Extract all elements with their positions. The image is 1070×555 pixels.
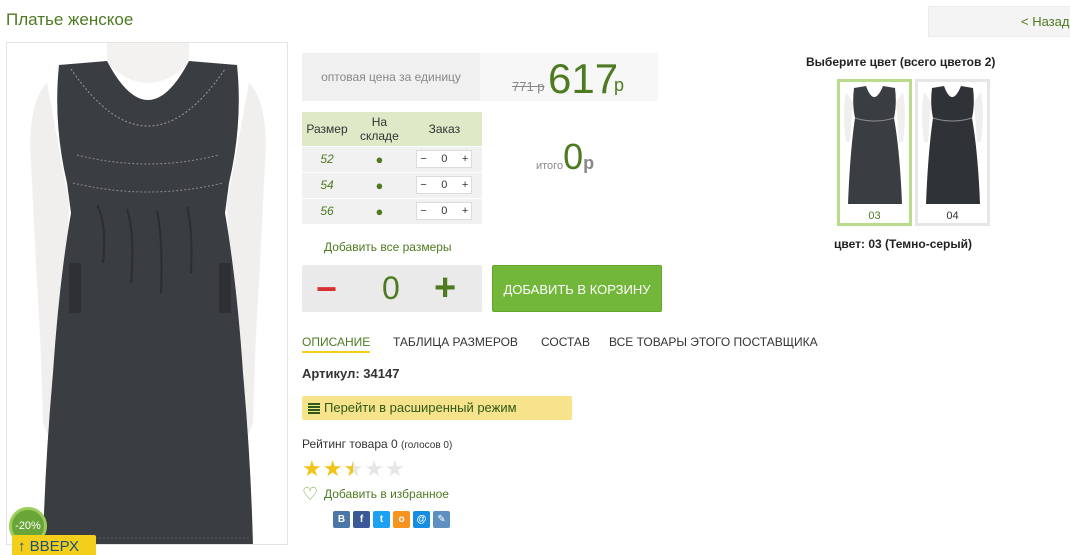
add-to-favorites-link[interactable]: ♡ Добавить в избранное (302, 484, 449, 504)
total-value: 0 (563, 136, 584, 177)
list-icon (308, 403, 320, 414)
total-currency: р (583, 153, 595, 173)
dress-thumbnail (922, 86, 983, 204)
tab-supplier-products[interactable]: ВСЕ ТОВАРЫ ЭТОГО ПОСТАВЩИКА (609, 335, 818, 351)
star-icon[interactable]: ★ (343, 458, 363, 480)
social-share: В f t о @ ✎ (333, 511, 450, 528)
sku-value: 34147 (363, 366, 400, 381)
odnoklassniki-icon[interactable]: о (393, 511, 410, 528)
quantity-value[interactable]: 0 (441, 203, 447, 219)
add-to-cart-button[interactable]: ДОБАВИТЬ В КОРЗИНУ (492, 265, 662, 312)
rating-label: Рейтинг товара 0 (302, 437, 398, 451)
price-currency: р (614, 75, 625, 95)
swatch-label: 03 (868, 210, 881, 222)
table-row: 54 ● − 0 + (302, 171, 482, 198)
tab-composition[interactable]: СОСТАВ (541, 335, 590, 351)
star-icon[interactable]: ★ (364, 458, 384, 480)
twitter-icon[interactable]: t (373, 511, 390, 528)
table-row: 52 ● − 0 + (302, 145, 482, 172)
order-quantity-stepper[interactable]: − 0 + (302, 265, 482, 312)
plus-icon[interactable]: + (462, 177, 468, 193)
minus-button[interactable]: − (316, 265, 337, 312)
mailru-icon[interactable]: @ (413, 511, 430, 528)
quantity-value[interactable]: 0 (441, 151, 447, 167)
vk-icon[interactable]: В (333, 511, 350, 528)
star-icon[interactable]: ★ (385, 458, 405, 480)
stock-header: На складе (352, 112, 407, 146)
price-values: 771 р 617 р (480, 53, 658, 102)
in-stock-dot-icon: ● (352, 197, 407, 224)
quantity-stepper[interactable]: − 0 + (416, 150, 473, 168)
facebook-icon[interactable]: f (353, 511, 370, 528)
old-price: 771 р (512, 79, 545, 94)
plus-icon[interactable]: + (462, 151, 468, 167)
quantity-stepper[interactable]: − 0 + (416, 202, 473, 221)
scroll-up-button[interactable]: ↑ ВВЕРХ (12, 535, 96, 555)
size-header: Размер (302, 112, 352, 146)
in-stock-dot-icon: ● (352, 145, 407, 172)
minus-icon[interactable]: − (420, 203, 426, 219)
color-chooser-title: Выберите цвет (всего цветов 2) (806, 55, 996, 69)
new-price: 617 (548, 55, 619, 102)
star-icon[interactable]: ★ (302, 458, 322, 480)
dress-image (7, 43, 287, 544)
selected-color-label: цвет: 03 (Темно-серый) (834, 237, 972, 251)
color-swatch-03[interactable]: 03 (837, 79, 912, 226)
order-total: итого0р (536, 136, 594, 178)
quantity-value[interactable]: 0 (441, 177, 447, 193)
livejournal-icon[interactable]: ✎ (433, 511, 450, 528)
back-link[interactable]: < Назад (928, 6, 1070, 37)
rating-stars[interactable]: ★ ★ ★ ★ ★ (302, 458, 405, 480)
tab-size-chart[interactable]: ТАБЛИЦА РАЗМЕРОВ (393, 335, 518, 351)
plus-button[interactable]: + (434, 265, 456, 312)
minus-icon[interactable]: − (420, 177, 426, 193)
favorites-label: Добавить в избранное (324, 487, 449, 501)
order-quantity-value[interactable]: 0 (382, 265, 400, 312)
product-title: Платье женское (6, 10, 134, 29)
plus-icon[interactable]: + (462, 203, 468, 219)
heart-icon: ♡ (302, 484, 319, 504)
in-stock-dot-icon: ● (352, 171, 407, 198)
size-value: 54 (302, 171, 352, 198)
add-all-sizes-link[interactable]: Добавить все размеры (324, 240, 452, 254)
quantity-stepper[interactable]: − 0 + (416, 176, 473, 194)
size-value: 52 (302, 145, 352, 172)
sizes-table: Размер На складе Заказ 52 ● − 0 + 54 ● −… (302, 112, 482, 224)
advanced-mode-button[interactable]: Перейти в расширенный режим (302, 396, 572, 420)
size-value: 56 (302, 197, 352, 224)
tab-description[interactable]: ОПИСАНИЕ (302, 335, 371, 353)
sku: Артикул: 34147 (302, 366, 399, 381)
advanced-mode-label: Перейти в расширенный режим (324, 400, 517, 415)
star-icon[interactable]: ★ (323, 458, 343, 480)
rating-text: Рейтинг товара 0 (голосов 0) (302, 437, 452, 451)
table-row: 56 ● − 0 + (302, 197, 482, 224)
order-header: Заказ (406, 112, 482, 146)
sku-label: Артикул: (302, 366, 360, 381)
price-box: оптовая цена за единицу 771 р 617 р (302, 53, 658, 102)
color-swatch-04[interactable]: 04 (915, 79, 990, 226)
price-label: оптовая цена за единицу (321, 70, 461, 84)
total-label: итого (536, 160, 564, 172)
rating-votes: (голосов 0) (401, 440, 453, 451)
minus-icon[interactable]: − (420, 151, 426, 167)
dress-thumbnail (844, 86, 905, 204)
swatch-label: 04 (946, 210, 959, 222)
product-photo[interactable] (6, 42, 288, 545)
